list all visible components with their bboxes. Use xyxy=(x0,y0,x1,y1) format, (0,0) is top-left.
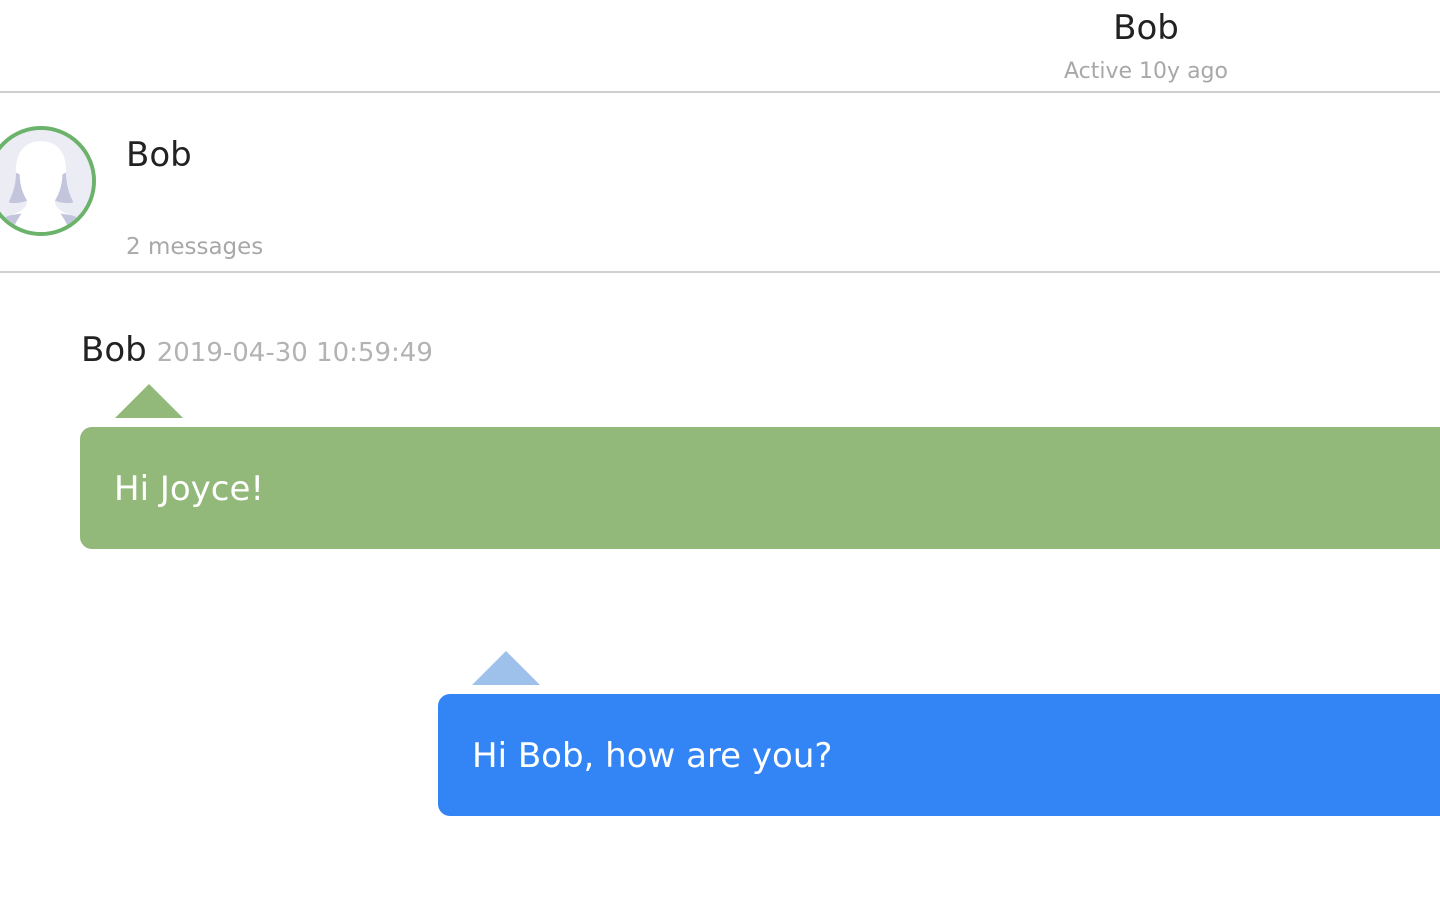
message-meta: Bob 2019-04-30 10:59:49 xyxy=(81,328,433,375)
message-bubble-outgoing[interactable]: Hi Bob, how are you? xyxy=(438,694,1440,816)
avatar[interactable] xyxy=(0,126,96,236)
chat-view: Bob Active 10y ago Bob 2 messages Bob 201… xyxy=(0,0,1440,920)
contact-name: Bob xyxy=(126,135,192,175)
message-count: 2 messages xyxy=(126,234,264,260)
message-text: Hi Bob, how are you? xyxy=(472,736,833,776)
message-text: Hi Joyce! xyxy=(114,469,265,509)
message-timestamp: 2019-04-30 10:59:49 xyxy=(156,338,433,368)
bubble-tail-incoming xyxy=(115,384,183,418)
bubble-tail-outgoing xyxy=(472,651,540,685)
contact-summary[interactable]: Bob 2 messages xyxy=(0,93,1440,273)
message-bubble-incoming[interactable]: Hi Joyce! xyxy=(80,427,1440,549)
active-status: Active 10y ago xyxy=(1064,59,1228,84)
message-sender: Bob xyxy=(81,330,147,370)
chat-title: Bob xyxy=(1113,8,1179,48)
user-silhouette-icon xyxy=(0,130,92,232)
chat-header: Bob Active 10y ago xyxy=(0,0,1440,93)
